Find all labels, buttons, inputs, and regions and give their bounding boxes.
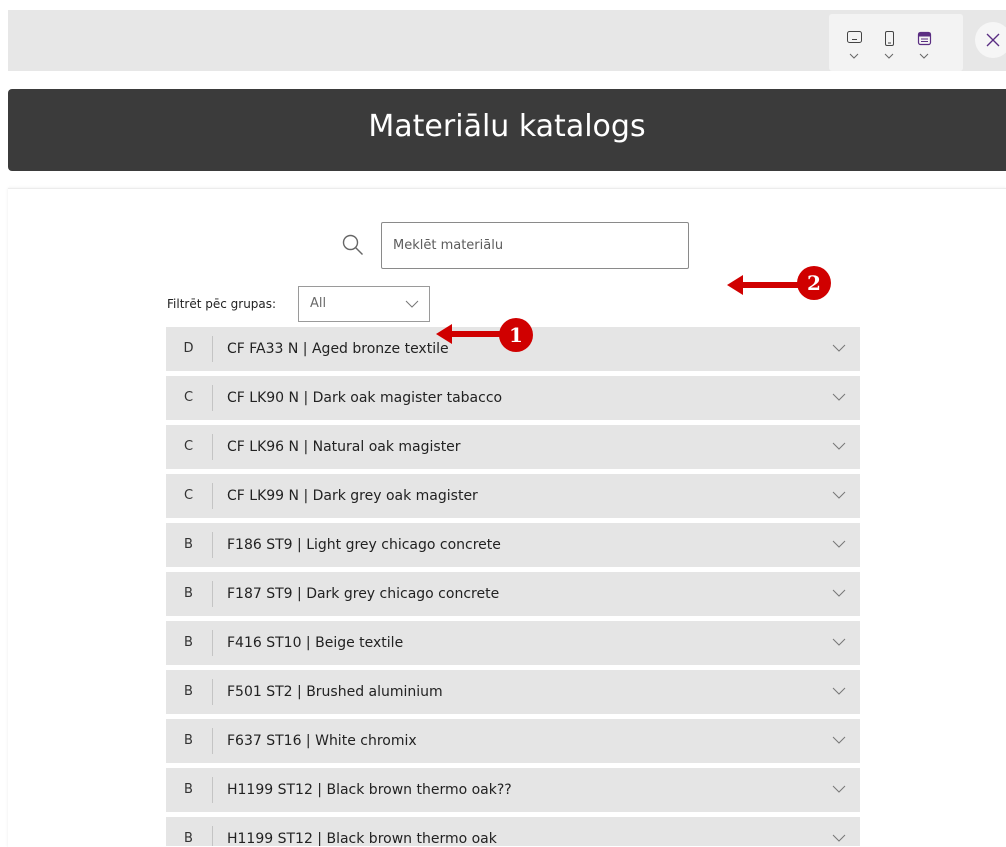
material-name: F187 ST9 | Dark grey chicago concrete	[227, 586, 500, 602]
row-divider	[212, 483, 213, 509]
chevron-down-icon	[849, 53, 859, 59]
annotation-arrow-1	[436, 324, 504, 344]
material-row[interactable]: C CF LK90 N | Dark oak magister tabacco	[166, 376, 860, 420]
phone-icon	[885, 31, 894, 46]
row-divider	[212, 679, 213, 705]
material-name: CF LK99 N | Dark grey oak magister	[227, 488, 478, 504]
material-name: F501 ST2 | Brushed aluminium	[227, 684, 443, 700]
expand-chevron-icon[interactable]	[832, 491, 846, 499]
browser-window-icon	[917, 31, 932, 46]
annotation-marker-1: 1	[499, 318, 533, 352]
row-divider	[212, 532, 213, 558]
search-icon	[342, 234, 363, 255]
group-filter-dropdown[interactable]: All	[298, 286, 430, 322]
material-group-code: B	[184, 537, 193, 552]
material-name: CF LK90 N | Dark oak magister tabacco	[227, 390, 503, 406]
row-divider	[212, 581, 213, 607]
material-name: H1199 ST12 | Black brown thermo oak??	[227, 782, 512, 798]
material-name: CF FA33 N | Aged bronze textile	[227, 341, 449, 357]
material-group-code: C	[183, 390, 194, 405]
material-group-code: B	[184, 831, 193, 846]
row-divider	[212, 630, 213, 656]
page-title: Materiālu katalogs	[368, 109, 646, 144]
expand-chevron-icon[interactable]	[832, 393, 846, 401]
material-name: F186 ST9 | Light grey chicago concrete	[227, 537, 501, 553]
row-divider	[212, 434, 213, 460]
web-view-button[interactable]	[909, 14, 941, 68]
row-divider	[212, 826, 213, 846]
row-divider	[212, 777, 213, 803]
tablet-view-button[interactable]	[839, 14, 871, 68]
tablet-landscape-icon	[847, 31, 862, 43]
expand-chevron-icon[interactable]	[832, 344, 846, 352]
expand-chevron-icon[interactable]	[832, 638, 846, 646]
row-divider	[212, 728, 213, 754]
material-row[interactable]: B F416 ST10 | Beige textile	[166, 621, 860, 665]
material-name: CF LK96 N | Natural oak magister	[227, 439, 461, 455]
row-divider	[212, 336, 213, 362]
annotation-marker-2: 2	[797, 266, 831, 300]
expand-chevron-icon[interactable]	[832, 834, 846, 842]
material-group-code: B	[184, 635, 193, 650]
material-row[interactable]: B H1199 ST12 | Black brown thermo oak??	[166, 768, 860, 812]
phone-view-button[interactable]	[874, 14, 906, 68]
expand-chevron-icon[interactable]	[832, 442, 846, 450]
annotation-arrow-2	[727, 275, 803, 295]
material-group-code: C	[183, 439, 194, 454]
material-group-code: B	[184, 684, 193, 699]
material-group-code: B	[184, 733, 193, 748]
material-group-code: B	[184, 586, 193, 601]
expand-chevron-icon[interactable]	[832, 540, 846, 548]
material-row[interactable]: C CF LK96 N | Natural oak magister	[166, 425, 860, 469]
chevron-down-icon	[405, 300, 419, 308]
material-name: H1199 ST12 | Black brown thermo oak	[227, 831, 497, 846]
material-row[interactable]: B H1199 ST12 | Black brown thermo oak	[166, 817, 860, 846]
material-name: F416 ST10 | Beige textile	[227, 635, 404, 651]
material-group-code: B	[184, 782, 193, 797]
material-row[interactable]: B F187 ST9 | Dark grey chicago concrete	[166, 572, 860, 616]
material-row[interactable]: C CF LK99 N | Dark grey oak magister	[166, 474, 860, 518]
material-row[interactable]: B F186 ST9 | Light grey chicago concrete	[166, 523, 860, 567]
material-list: D CF FA33 N | Aged bronze textile C CF LK90…	[166, 327, 860, 846]
material-group-code: D	[183, 341, 194, 356]
app-header: Materiālu katalogs	[8, 89, 1006, 171]
filter-selected-value: All	[310, 296, 327, 311]
material-name: F637 ST16 | White chromix	[227, 733, 417, 749]
row-divider	[212, 385, 213, 411]
chevron-down-icon	[919, 53, 929, 59]
expand-chevron-icon[interactable]	[832, 785, 846, 793]
material-row[interactable]: B F637 ST16 | White chromix	[166, 719, 860, 763]
chevron-down-icon	[884, 53, 894, 59]
filter-label: Filtrēt pēc grupas:	[167, 297, 277, 311]
expand-chevron-icon[interactable]	[832, 687, 846, 695]
material-row[interactable]: B F501 ST2 | Brushed aluminium	[166, 670, 860, 714]
material-group-code: C	[183, 488, 194, 503]
close-icon	[986, 33, 1000, 47]
expand-chevron-icon[interactable]	[832, 736, 846, 744]
close-button[interactable]	[975, 22, 1006, 58]
expand-chevron-icon[interactable]	[832, 589, 846, 597]
device-preview-group	[829, 14, 963, 71]
search-input[interactable]	[381, 222, 689, 269]
